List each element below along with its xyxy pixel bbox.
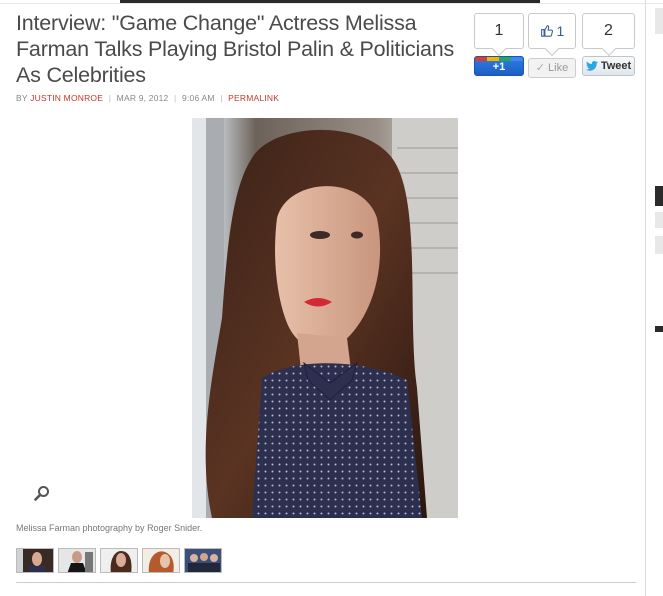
facebook-like-label: Like	[548, 62, 569, 74]
sidebar-fragment	[655, 8, 663, 34]
tweet-button[interactable]: Tweet	[582, 56, 635, 76]
facebook-count: 1	[556, 23, 565, 39]
article-title: Interview: "Game Change" Actress Melissa…	[16, 11, 455, 87]
gplus-button-label: +1	[492, 61, 506, 73]
gplus-count-bubble: 1	[474, 13, 524, 49]
byline: BY JUSTIN MONROE | MAR 9, 2012 | 9:06 AM…	[16, 93, 279, 103]
twitter-bird-icon	[585, 59, 598, 78]
gallery-thumbnail[interactable]	[142, 548, 180, 573]
gallery-thumbnails	[16, 548, 222, 573]
sidebar-fragment	[655, 212, 663, 228]
permalink-link[interactable]: PERMALINK	[228, 93, 279, 103]
twitter-count-bubble: 2	[582, 13, 635, 49]
check-icon: ✓	[535, 62, 545, 74]
sidebar-fragment	[655, 236, 663, 254]
gplus-count: 1	[494, 22, 504, 39]
zoom-icon[interactable]	[34, 485, 50, 501]
gallery-thumbnail[interactable]	[100, 548, 138, 573]
gallery-thumbnail[interactable]	[16, 548, 54, 573]
sidebar-border	[645, 0, 646, 596]
byline-separator: |	[174, 93, 177, 103]
byline-prefix: BY	[16, 93, 28, 103]
byline-separator: |	[108, 93, 112, 103]
publish-time: 9:06 AM	[182, 93, 215, 103]
facebook-like-button[interactable]: ✓ Like	[528, 58, 576, 78]
tweet-button-label: Tweet	[600, 60, 632, 72]
publish-date: MAR 9, 2012	[116, 93, 169, 103]
gallery-thumbnail[interactable]	[58, 548, 96, 573]
gallery-thumbnail[interactable]	[184, 548, 222, 573]
sidebar-fragment	[655, 326, 663, 332]
twitter-count: 2	[604, 22, 613, 39]
author-link[interactable]: JUSTIN MONROE	[30, 93, 103, 103]
facebook-count-bubble: 1	[528, 13, 576, 49]
portrait-illustration	[192, 118, 458, 518]
content-divider	[16, 582, 636, 583]
gplus-button[interactable]: +1	[474, 56, 524, 76]
article-photo[interactable]	[192, 118, 458, 518]
byline-separator: |	[220, 93, 223, 103]
sidebar-fragment	[655, 186, 663, 206]
thumbs-up-icon	[540, 15, 553, 49]
article: Interview: "Game Change" Actress Melissa…	[0, 0, 645, 596]
photo-caption: Melissa Farman photography by Roger Snid…	[16, 523, 203, 533]
